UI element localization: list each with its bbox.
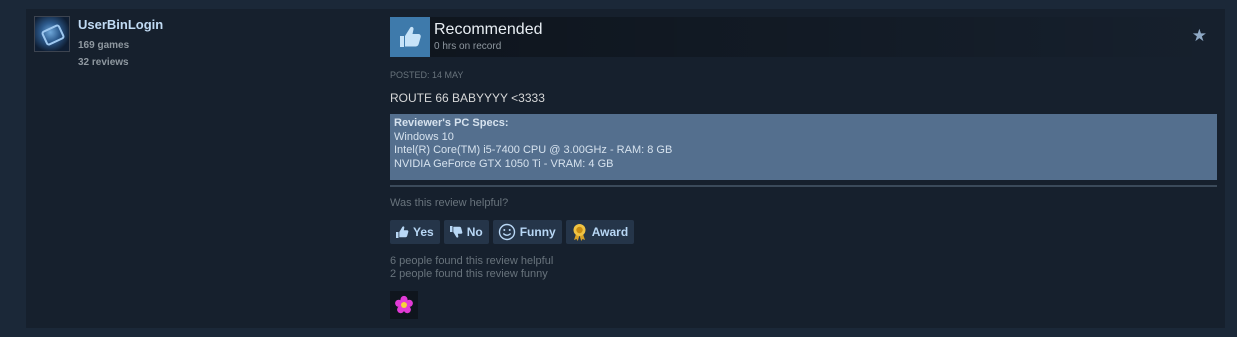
pc-specs-line: NVIDIA GeForce GTX 1050 Ti - VRAM: 4 GB xyxy=(394,157,614,170)
thumbs-up-icon xyxy=(390,17,430,57)
review-card: UserBinLogin 169 games 32 reviews Recomm… xyxy=(26,9,1225,328)
thumbs-down-icon xyxy=(449,225,463,239)
funny-button-label: Funny xyxy=(519,225,556,239)
pc-specs-title: Reviewer's PC Specs: xyxy=(394,117,509,129)
avatar[interactable] xyxy=(34,16,70,52)
pc-specs-box: Reviewer's PC Specs: Windows 10 Intel(R)… xyxy=(390,114,1217,180)
hours-on-record: 0 hrs on record xyxy=(434,41,502,52)
author-games-count[interactable]: 169 games xyxy=(78,40,129,51)
award-ribbon-icon xyxy=(571,223,588,241)
award-button-label: Award xyxy=(591,225,629,239)
recommendation-title: Recommended xyxy=(434,21,543,38)
yes-button-label: Yes xyxy=(413,225,434,239)
no-button-label: No xyxy=(466,225,483,239)
author-reviews-count[interactable]: 32 reviews xyxy=(78,57,129,68)
pc-specs-line: Windows 10 xyxy=(394,130,454,143)
yes-button[interactable]: Yes xyxy=(390,220,440,244)
feedback-buttons: Yes No Funny Award xyxy=(390,220,635,244)
star-icon[interactable]: ★ xyxy=(1192,27,1207,44)
award-button[interactable]: Award xyxy=(565,220,635,244)
author-name[interactable]: UserBinLogin xyxy=(78,17,163,32)
thumbs-up-icon xyxy=(395,225,409,239)
funny-count: 2 people found this review funny xyxy=(390,268,548,280)
pc-specs-line: Intel(R) Core(TM) i5-7400 CPU @ 3.00GHz … xyxy=(394,144,673,156)
vote-header: Recommended 0 hrs on record ★ xyxy=(390,17,1217,57)
avatar-image xyxy=(35,17,69,51)
helpful-question: Was this review helpful? xyxy=(390,197,509,209)
funny-button[interactable]: Funny xyxy=(492,220,562,244)
divider xyxy=(390,185,1217,187)
flower-award-icon[interactable] xyxy=(390,291,418,319)
helpful-count: 6 people found this review helpful xyxy=(390,255,554,267)
no-button[interactable]: No xyxy=(443,220,489,244)
posted-date: POSTED: 14 MAY xyxy=(390,70,464,80)
smiley-icon xyxy=(498,223,516,241)
review-text: ROUTE 66 BABYYYY <3333 xyxy=(390,91,545,105)
